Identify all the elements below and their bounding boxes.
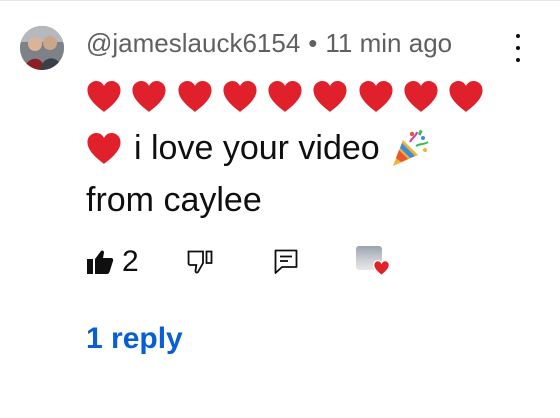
comment-timestamp[interactable]: 11 min ago	[325, 28, 452, 59]
thumbs-down-outline-icon	[187, 250, 213, 274]
heart-icon	[373, 260, 390, 276]
party-popper-icon	[392, 129, 429, 166]
comment-icon	[274, 249, 298, 274]
comment-text: i love your video from caylee	[86, 70, 506, 226]
creator-heart-badge[interactable]	[356, 246, 392, 278]
red-heart-icon	[313, 80, 348, 112]
author-avatar[interactable]	[20, 26, 64, 70]
red-heart-icon	[223, 80, 257, 112]
reply-button[interactable]	[274, 249, 298, 275]
red-heart-icon	[359, 80, 393, 112]
comment-header: @jameslauck6154 • 11 min ago	[86, 26, 452, 60]
comment-line: i love your video	[86, 122, 506, 174]
top-divider	[0, 0, 560, 1]
more-actions-icon[interactable]	[506, 34, 530, 62]
like-button[interactable]: 2	[86, 245, 139, 279]
dislike-button[interactable]	[187, 250, 213, 274]
replies-toggle[interactable]: 1 reply	[86, 322, 183, 356]
thumbs-up-filled-icon	[87, 250, 114, 274]
hearts-row	[86, 70, 506, 122]
red-heart-icon	[404, 80, 438, 112]
red-heart-icon	[268, 80, 302, 112]
comment-text-main: i love your video	[134, 129, 380, 167]
avatar-photo	[20, 26, 64, 70]
red-heart-icon	[87, 132, 121, 164]
comment-text-tail: from caylee	[86, 181, 262, 219]
comment-actions: 2	[86, 244, 298, 280]
red-heart-icon	[132, 80, 166, 112]
comment-line: from caylee	[86, 174, 506, 226]
red-heart-icon	[178, 80, 212, 112]
header-separator: •	[308, 27, 318, 58]
author-handle[interactable]: @jameslauck6154	[86, 28, 300, 59]
like-count: 2	[122, 245, 139, 278]
red-heart-icon	[449, 80, 483, 112]
red-heart-icon	[87, 80, 121, 112]
